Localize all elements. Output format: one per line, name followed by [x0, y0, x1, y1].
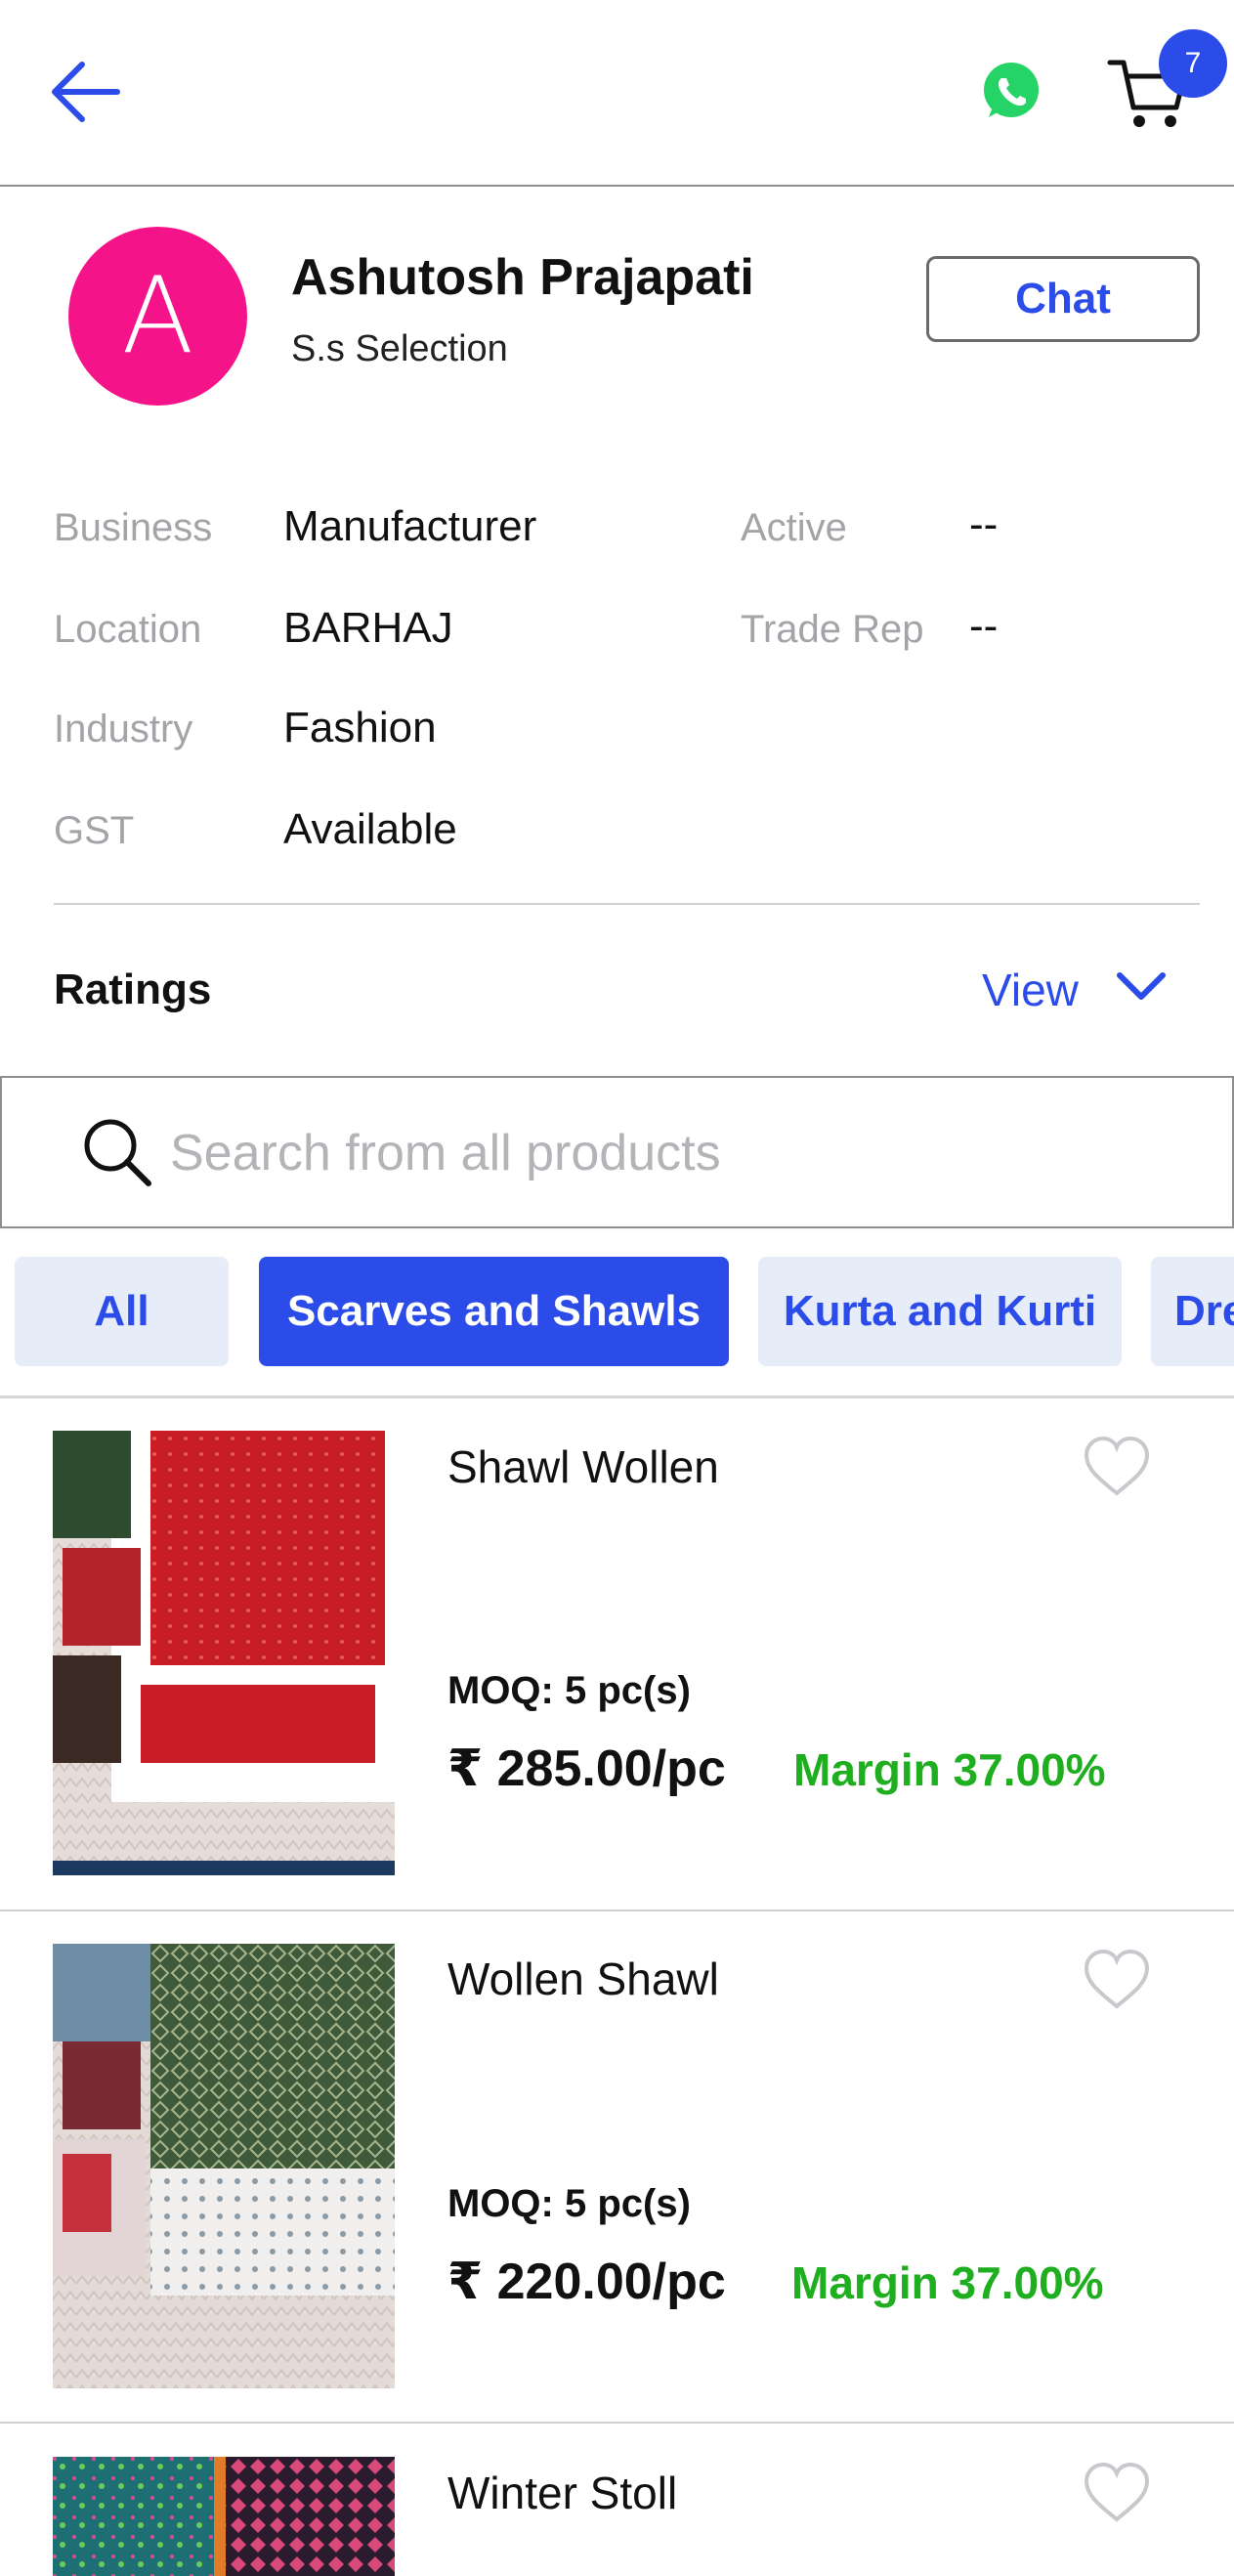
ratings-heading: Ratings [54, 966, 212, 1013]
industry-value: Fashion [283, 704, 437, 751]
divider [0, 1910, 1234, 1911]
chat-button[interactable]: Chat [926, 256, 1200, 342]
product-image[interactable] [53, 1944, 395, 2388]
product-moq: MOQ: 5 pc(s) [447, 2182, 691, 2225]
heart-icon[interactable] [1081, 1435, 1153, 1499]
category-chip-all[interactable]: All [15, 1257, 229, 1366]
search-input[interactable] [170, 1115, 1196, 1191]
seller-name: Ashutosh Prajapati [291, 249, 754, 306]
product-margin: Margin 37.00% [793, 1744, 1106, 1795]
divider [0, 2422, 1234, 2424]
active-label: Active [741, 506, 847, 549]
chevron-down-icon[interactable] [1114, 966, 1169, 1009]
location-label: Location [54, 608, 202, 651]
product-price: ₹ 285.00/pc [447, 1740, 726, 1797]
gst-label: GST [54, 809, 135, 852]
avatar: A [68, 227, 247, 406]
product-name[interactable]: Wollen Shawl [447, 1953, 719, 2005]
heart-icon[interactable] [1081, 2461, 1153, 2525]
whatsapp-icon[interactable] [977, 57, 1045, 125]
divider [0, 1395, 1234, 1398]
back-arrow-icon[interactable] [47, 57, 125, 127]
gst-value: Available [283, 805, 457, 853]
business-label: Business [54, 506, 213, 549]
search-bar [0, 1076, 1234, 1228]
ratings-view-link[interactable]: View [982, 964, 1079, 1016]
top-bar: 7 [0, 0, 1234, 187]
product-image[interactable] [53, 2457, 395, 2576]
product-name[interactable]: Winter Stoll [447, 2467, 677, 2519]
cart-count-badge: 7 [1159, 29, 1227, 98]
location-value: BARHAJ [283, 604, 453, 652]
divider [54, 903, 1200, 905]
category-chip-dresses[interactable]: Dre [1151, 1257, 1234, 1366]
trade-rep-value: -- [969, 602, 999, 650]
heart-icon[interactable] [1081, 1948, 1153, 2012]
business-value: Manufacturer [283, 502, 537, 550]
shop-name: S.s Selection [291, 328, 508, 369]
industry-label: Industry [54, 708, 193, 751]
active-value: -- [969, 500, 999, 548]
product-margin: Margin 37.00% [791, 2257, 1104, 2308]
category-chip-scarves-and-shawls[interactable]: Scarves and Shawls [259, 1257, 729, 1366]
trade-rep-label: Trade Rep [741, 608, 924, 651]
product-image[interactable] [53, 1431, 395, 1875]
search-icon [84, 1119, 151, 1186]
product-moq: MOQ: 5 pc(s) [447, 1669, 691, 1712]
category-chip-kurta-and-kurti[interactable]: Kurta and Kurti [758, 1257, 1122, 1366]
product-price: ₹ 220.00/pc [447, 2254, 726, 2310]
product-name[interactable]: Shawl Wollen [447, 1440, 719, 1493]
